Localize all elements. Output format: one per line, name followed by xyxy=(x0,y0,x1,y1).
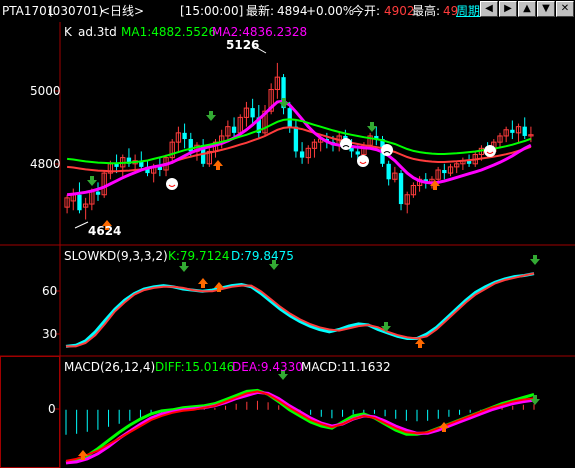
candle-body xyxy=(250,108,255,118)
sell-arrow-icon xyxy=(530,255,540,265)
candle-body xyxy=(522,126,527,136)
ma2-label: MA2:4836.2328 xyxy=(212,25,308,39)
main-title: K xyxy=(64,25,72,39)
macd-dea-label: DEA:9.4330 xyxy=(232,360,303,374)
buy-arrow-icon xyxy=(198,278,208,288)
sad-face-icon xyxy=(381,144,393,156)
smile-face-icon xyxy=(166,178,178,190)
y-tick-5000: 5000 xyxy=(30,84,61,98)
high-marker-label: 5126 xyxy=(226,38,260,52)
macd-title: MACD(26,12,4) xyxy=(64,360,156,374)
kd-d-label: D:79.8475 xyxy=(231,249,294,263)
main-subtitle: ad.3td xyxy=(78,25,117,39)
sell-arrow-icon xyxy=(179,262,189,272)
candles-layer xyxy=(64,62,534,220)
sad-face-icon xyxy=(340,138,352,150)
slowk-line xyxy=(65,272,535,348)
candle-body xyxy=(77,194,82,211)
y-tick-4800: 4800 xyxy=(30,157,61,171)
candle-body xyxy=(299,151,305,158)
slowd-line xyxy=(66,272,535,348)
ma2-line xyxy=(66,99,532,197)
candle-body xyxy=(287,108,292,127)
macd-layer xyxy=(65,388,535,465)
smile-face-icon xyxy=(357,155,369,167)
low-marker-label: 4624 xyxy=(88,224,122,238)
ma1-label: MA1:4882.5526 xyxy=(121,25,217,39)
sell-arrow-icon xyxy=(279,98,289,108)
macd-diff-label: DIFF:15.0146 xyxy=(155,360,235,374)
sell-arrow-icon xyxy=(87,176,97,186)
candle-body xyxy=(355,151,360,155)
candle-body xyxy=(386,163,391,180)
candle-body xyxy=(442,170,447,174)
ma-layer xyxy=(66,99,532,197)
candle-body xyxy=(114,163,119,167)
kd-title: SLOWKD(9,3,3,2) xyxy=(64,249,168,263)
macd-value-label: MACD:11.1632 xyxy=(301,360,391,374)
smile-face-icon xyxy=(484,145,496,157)
kd-layer xyxy=(65,272,535,348)
ma1-trend-line xyxy=(67,118,532,165)
candle-body xyxy=(510,129,515,133)
candle-body xyxy=(231,126,237,133)
macd-y-tick-0: 0 xyxy=(48,402,56,416)
sell-arrow-icon xyxy=(206,111,216,121)
ma1-line xyxy=(67,126,532,173)
sell-arrow-icon xyxy=(367,122,377,132)
buy-arrow-icon xyxy=(213,160,223,170)
candle-body xyxy=(398,173,404,205)
chart-area[interactable] xyxy=(0,0,575,468)
candle-body xyxy=(293,126,299,152)
kd-k-label: K:79.7124 xyxy=(168,249,230,263)
kd-y-tick-30: 30 xyxy=(42,327,58,341)
candle-body xyxy=(95,191,101,195)
low-marker-line xyxy=(74,221,89,229)
kd-y-tick-60: 60 xyxy=(42,284,58,298)
candle-body xyxy=(182,132,187,140)
